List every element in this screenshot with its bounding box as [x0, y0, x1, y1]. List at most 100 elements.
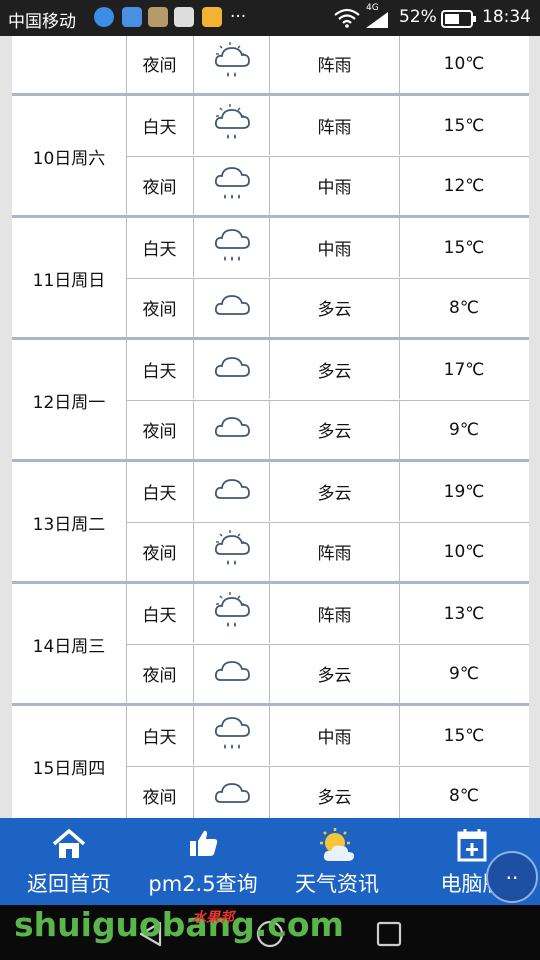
- period-row-day: 白天 中雨 15℃: [126, 218, 529, 279]
- period-row-night: 夜间 中雨 12℃: [126, 156, 529, 216]
- watermark-cn-text: 水果邦: [192, 910, 234, 926]
- period-label: 白天: [126, 706, 194, 765]
- period-row-day: 白天 多云 19℃: [126, 462, 529, 523]
- nav-news-label: 天气资讯: [295, 872, 379, 896]
- period-row-night: 夜间 多云 8℃: [126, 278, 529, 338]
- date-cell: 13日周二: [12, 462, 127, 582]
- period-row-night: 夜间 多云 9℃: [126, 400, 529, 460]
- paw-app-icon: [122, 7, 142, 27]
- condition-label: 多云: [270, 644, 400, 703]
- period-row-day: 白天 阵雨 15℃: [126, 96, 529, 157]
- period-label: 白天: [126, 584, 194, 643]
- condition-label: 多云: [270, 400, 400, 459]
- period-label: 白天: [126, 96, 194, 155]
- cloud-icon: [214, 294, 250, 315]
- weather-icon-cell: [194, 522, 270, 581]
- temperature-label: 12℃: [443, 175, 485, 196]
- weather-icon-cell: [194, 766, 270, 818]
- carrier-label: 中国移动: [8, 12, 76, 32]
- weather-icon-cell: [194, 644, 270, 703]
- date-cell: 14日周三: [12, 584, 127, 704]
- period-label: 夜间: [126, 278, 194, 337]
- watermark: shuiguobang.com 水果邦: [14, 905, 344, 944]
- recent-apps-icon[interactable]: [376, 921, 402, 947]
- cloud-icon: [214, 782, 250, 803]
- weather-icon-cell: [194, 400, 270, 459]
- nav-news-button[interactable]: 天气资讯: [285, 818, 389, 905]
- nav-home-label: 返回首页: [27, 872, 111, 896]
- weather-icon-cell: [194, 218, 270, 277]
- sun-cloud-icon: [320, 828, 355, 861]
- weather-icon-cell: [194, 462, 270, 521]
- period-label: 白天: [126, 218, 194, 277]
- condition-label: 多云: [270, 340, 400, 399]
- weather-icon-cell: [194, 156, 270, 215]
- period-row-night: 夜间 多云 9℃: [126, 644, 529, 704]
- period-label: 夜间: [126, 400, 194, 459]
- cloud-rain-icon: [214, 716, 250, 749]
- more-button[interactable]: ··: [486, 851, 538, 903]
- cloud-rain-icon: [214, 166, 250, 199]
- day-block: 12日周一 白天 多云 17℃ 夜间 多云 9℃: [12, 340, 529, 462]
- status-bar: 中国移动 ··· 4G 52% 18:34: [0, 0, 540, 36]
- condition-label: 多云: [270, 462, 400, 521]
- lock-app-icon: [202, 7, 222, 27]
- signal-icon: [366, 12, 388, 28]
- temperature-label: 15℃: [443, 115, 485, 136]
- wifi-icon: [334, 8, 360, 28]
- temperature-label: 15℃: [443, 725, 485, 746]
- period-row-day: 白天 多云 17℃: [126, 340, 529, 401]
- weather-icon-cell: [194, 96, 270, 155]
- date-cell: 10日周六: [12, 96, 127, 216]
- day-block: 15日周四 白天 中雨 15℃ 夜间 多云 8℃: [12, 706, 529, 818]
- period-row-day: 白天 中雨 15℃: [126, 706, 529, 767]
- period-row: 夜间 阵雨 10℃: [126, 36, 529, 94]
- cloud-icon: [214, 478, 250, 499]
- temperature-label: 17℃: [443, 359, 485, 380]
- cloud-icon: [214, 660, 250, 681]
- temperature-label: 15℃: [443, 237, 485, 258]
- period-label: 夜间: [126, 522, 194, 581]
- temperature-label: 10℃: [443, 541, 485, 562]
- condition-label: 阵雨: [270, 96, 400, 155]
- period-row-day: 白天 阵雨 13℃: [126, 584, 529, 645]
- day-block: 13日周二 白天 多云 19℃ 夜间 阵雨 10℃: [12, 462, 529, 584]
- temperature-label: 10℃: [443, 53, 485, 74]
- nav-home-button[interactable]: 返回首页: [14, 818, 124, 905]
- condition-label: 多云: [270, 766, 400, 818]
- temperature-label: 9℃: [449, 419, 479, 440]
- period-label: 夜间: [126, 36, 194, 93]
- cloud-sun-rain-icon: [214, 529, 250, 565]
- day-block: 14日周三 白天 阵雨 13℃ 夜间 多云 9℃: [12, 584, 529, 706]
- contact-app-icon: [174, 7, 194, 27]
- condition-label: 阵雨: [270, 36, 400, 93]
- period-label: 白天: [126, 462, 194, 521]
- photo-app-icon: [148, 7, 168, 27]
- battery-percent: 52%: [399, 7, 437, 27]
- condition-label: 中雨: [270, 218, 400, 277]
- period-row-night: 夜间 阵雨 10℃: [126, 522, 529, 582]
- condition-label: 阵雨: [270, 584, 400, 643]
- day-block: 11日周日 白天 中雨 15℃ 夜间 多云 8℃: [12, 218, 529, 340]
- weather-icon-cell: [194, 706, 270, 765]
- date-cell: 15日周四: [12, 706, 127, 818]
- nav-pm25-label: pm2.5查询: [148, 872, 258, 896]
- cloud-sun-rain-icon: [214, 591, 250, 627]
- condition-label: 阵雨: [270, 522, 400, 581]
- weather-icon-cell: [194, 584, 270, 643]
- temperature-label: 9℃: [449, 663, 479, 684]
- cloud-rain-icon: [214, 228, 250, 261]
- more-notifications-icon: ···: [230, 7, 247, 27]
- period-label: 夜间: [126, 156, 194, 215]
- period-row-night: 夜间 多云 8℃: [126, 766, 529, 818]
- date-cell: 11日周日: [12, 218, 127, 338]
- cloud-sun-rain-icon: [214, 41, 250, 77]
- weather-icon-cell: [194, 278, 270, 337]
- condition-label: 中雨: [270, 156, 400, 215]
- forecast-table: 夜间 阵雨 10℃ 10日周六 白天 阵雨 15℃ 夜间 中雨 12℃ 11日周…: [12, 36, 529, 818]
- nav-pm25-button[interactable]: pm2.5查询: [146, 818, 260, 905]
- day-block-partial: 夜间 阵雨 10℃: [12, 36, 529, 96]
- cloud-icon: [214, 416, 250, 437]
- day-block: 10日周六 白天 阵雨 15℃ 夜间 中雨 12℃: [12, 96, 529, 218]
- temperature-label: 8℃: [449, 297, 479, 318]
